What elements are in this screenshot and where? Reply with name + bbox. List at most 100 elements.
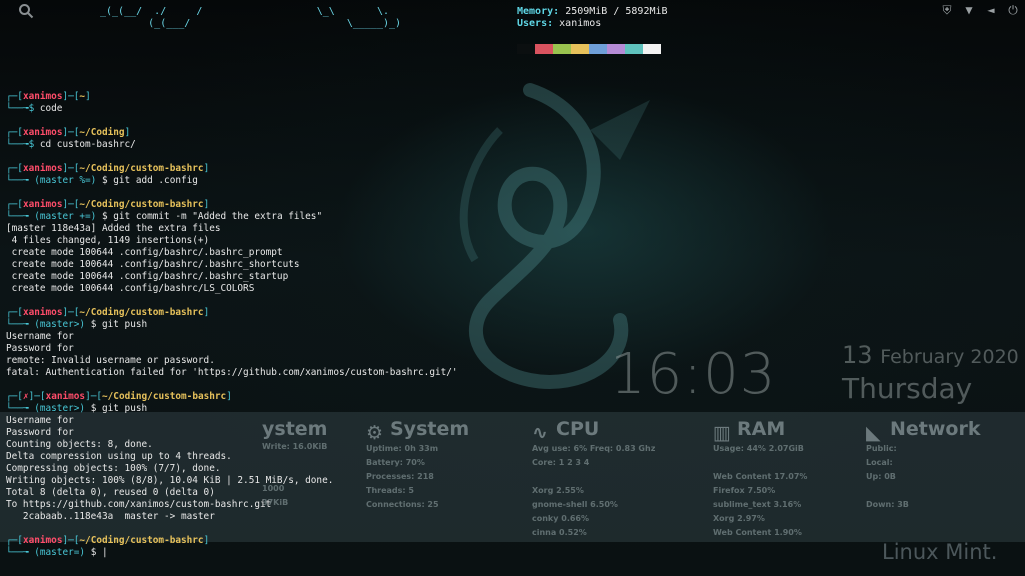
network-icon: ◣	[866, 422, 881, 444]
prompt-arrow: └──╼	[6, 547, 35, 558]
command-output: 4 files changed, 1149 insertions(+)	[6, 235, 210, 246]
widget-row: Core: 1 2 3 4	[532, 458, 590, 467]
neofetch-info: Memory: 2509MiB / 5892MiB Users: xanimos	[517, 6, 668, 30]
prompt-path: ~/Coding/custom-bashrc	[79, 163, 204, 174]
prompt-bracket: ]─[	[62, 307, 80, 318]
prompt-bracket: ]	[203, 307, 210, 318]
command-text: $ |	[90, 547, 108, 558]
shield-icon[interactable]: ⛨	[939, 2, 955, 18]
command-output: 2cabaab..118e43a master -> master	[6, 511, 215, 522]
terminal-line: remote: Invalid username or password.	[6, 355, 458, 367]
command-output: Password for	[6, 343, 74, 354]
terminal-line: Delta compression using up to 4 threads.	[6, 451, 458, 463]
prompt-arrow: └──╼	[6, 403, 35, 414]
prompt-frame: ┌─	[6, 391, 18, 402]
terminal-line: └──╼ (master %=) $ git add .config	[6, 175, 458, 187]
terminal-line: ┌─[xanimos]─[~/Coding]	[6, 127, 458, 139]
terminal-line: ┌─[xanimos]─[~/Coding/custom-bashrc]	[6, 163, 458, 175]
prompt-arrow: └──╼	[6, 211, 35, 222]
command-output: create mode 100644 .config/bashrc/.bashr…	[6, 247, 283, 258]
terminal-line: create mode 100644 .config/bashrc/.bashr…	[6, 271, 458, 283]
command-output: [master 118e43a] Added the extra files	[6, 223, 221, 234]
palette-swatch	[535, 44, 553, 54]
command-text: $ git add .config	[101, 175, 198, 186]
prompt-path: ~/Coding/custom-bashrc	[79, 307, 204, 318]
command-output: Username for	[6, 415, 74, 426]
terminal-line: └──╼ (master=) $ |	[6, 547, 458, 559]
git-branch: (master>)	[34, 403, 91, 414]
git-branch: (master>)	[34, 319, 91, 330]
widget-row: Down: 3B	[866, 500, 909, 509]
widget-row: Public:	[866, 444, 897, 453]
terminal-line: fatal: Authentication failed for 'https:…	[6, 367, 458, 379]
widget-row	[713, 456, 807, 470]
volume-icon[interactable]: ◄	[983, 2, 999, 18]
search-icon[interactable]	[18, 3, 34, 19]
terminal-line: Username for	[6, 331, 458, 343]
widget-row: Xorg 2.55%	[532, 486, 584, 495]
date-weekday: Thursday	[842, 372, 973, 405]
prompt-user: xanimos	[22, 535, 63, 546]
date-day: 13	[842, 341, 873, 369]
prompt-arrow: └──╼	[6, 175, 35, 186]
memory-label: Memory:	[517, 6, 560, 17]
palette-swatch	[553, 44, 571, 54]
prompt-bracket: ]─[	[62, 91, 80, 102]
conky-cpu: ∿ CPU Avg use: 6% Freq: 0.83 Ghz Core: 1 2…	[532, 418, 655, 540]
terminal-line: To https://github.com/xanimos/custom-bas…	[6, 499, 458, 511]
terminal-output[interactable]: ┌─[xanimos]─[~] └──╼$ code ┌─[xanimos]─[~…	[6, 91, 458, 559]
prompt-frame: ┌─	[6, 199, 18, 210]
terminal-line: 2cabaab..118e43a master -> master	[6, 511, 458, 523]
prompt-bracket: ]─	[28, 391, 40, 402]
prompt-frame: ┌─	[6, 91, 18, 102]
palette-swatch	[607, 44, 625, 54]
command-output: Total 8 (delta 0), reused 0 (delta 0)	[6, 487, 215, 498]
prompt-frame: ┌─	[6, 163, 18, 174]
linux-mint-logo-text: Linux Mint.	[882, 540, 998, 564]
palette-swatch	[589, 44, 607, 54]
command-output: create mode 100644 .config/bashrc/.bashr…	[6, 259, 300, 270]
terminal-line: ┌─[xanimos]─[~]	[6, 91, 458, 103]
prompt-user: xanimos	[22, 163, 63, 174]
widget-row: Xorg 2.97%	[713, 514, 765, 523]
terminal-line: Writing objects: 100% (8/8), 10.04 KiB |…	[6, 475, 458, 487]
conky-network: ◣ Network Public: Local: Up: 0B Down: 3B	[866, 418, 980, 512]
terminal-line: └──╼ (master>) $ git push	[6, 319, 458, 331]
widget-title: Network	[890, 418, 981, 440]
terminal-line: ┌─[✗]─[xanimos]─[~/Coding/custom-bashrc]	[6, 391, 458, 403]
power-icon[interactable]: ⏻	[1005, 2, 1021, 18]
widget-row: Up: 0B	[866, 472, 896, 481]
prompt-path: ~/Coding/custom-bashrc	[102, 391, 227, 402]
terminal-line: Password for	[6, 343, 458, 355]
widget-row: Avg use: 6% Freq: 0.83 Ghz	[532, 444, 656, 453]
palette-swatch	[571, 44, 589, 54]
prompt-arrow: └──╼$	[6, 139, 40, 150]
terminal-line: Total 8 (delta 0), reused 0 (delta 0)	[6, 487, 458, 499]
prompt-bracket: ]─[	[62, 535, 80, 546]
widget-row: Local:	[866, 458, 893, 467]
command-text: $ git push	[90, 403, 148, 414]
prompt-bracket: ]─[	[62, 163, 80, 174]
prompt-bracket: ]─[	[85, 391, 103, 402]
memory-value: 2509MiB / 5892MiB	[565, 6, 668, 17]
terminal-line: └──╼ (master +=) $ git commit -m "Added …	[6, 211, 458, 223]
color-palette	[517, 44, 661, 54]
prompt-path: ~/Coding/custom-bashrc	[79, 199, 204, 210]
command-text: code	[39, 103, 63, 114]
terminal-line: └──╼$ code	[6, 103, 458, 115]
command-text: $ git push	[90, 319, 148, 330]
command-text: cd custom-bashrc/	[39, 139, 136, 150]
command-output: Delta compression using up to 4 threads.	[6, 451, 232, 462]
prompt-bracket: ]	[203, 535, 210, 546]
wifi-icon[interactable]: ▼	[961, 2, 977, 18]
command-output: fatal: Authentication failed for 'https:…	[6, 367, 458, 378]
memory-chip-icon: ▥	[713, 422, 731, 444]
git-branch: (master=)	[34, 547, 91, 558]
prompt-user: xanimos	[22, 91, 63, 102]
terminal-line: [master 118e43a] Added the extra files	[6, 223, 458, 235]
widget-row: Usage: 44% 2.07GiB	[713, 444, 804, 453]
